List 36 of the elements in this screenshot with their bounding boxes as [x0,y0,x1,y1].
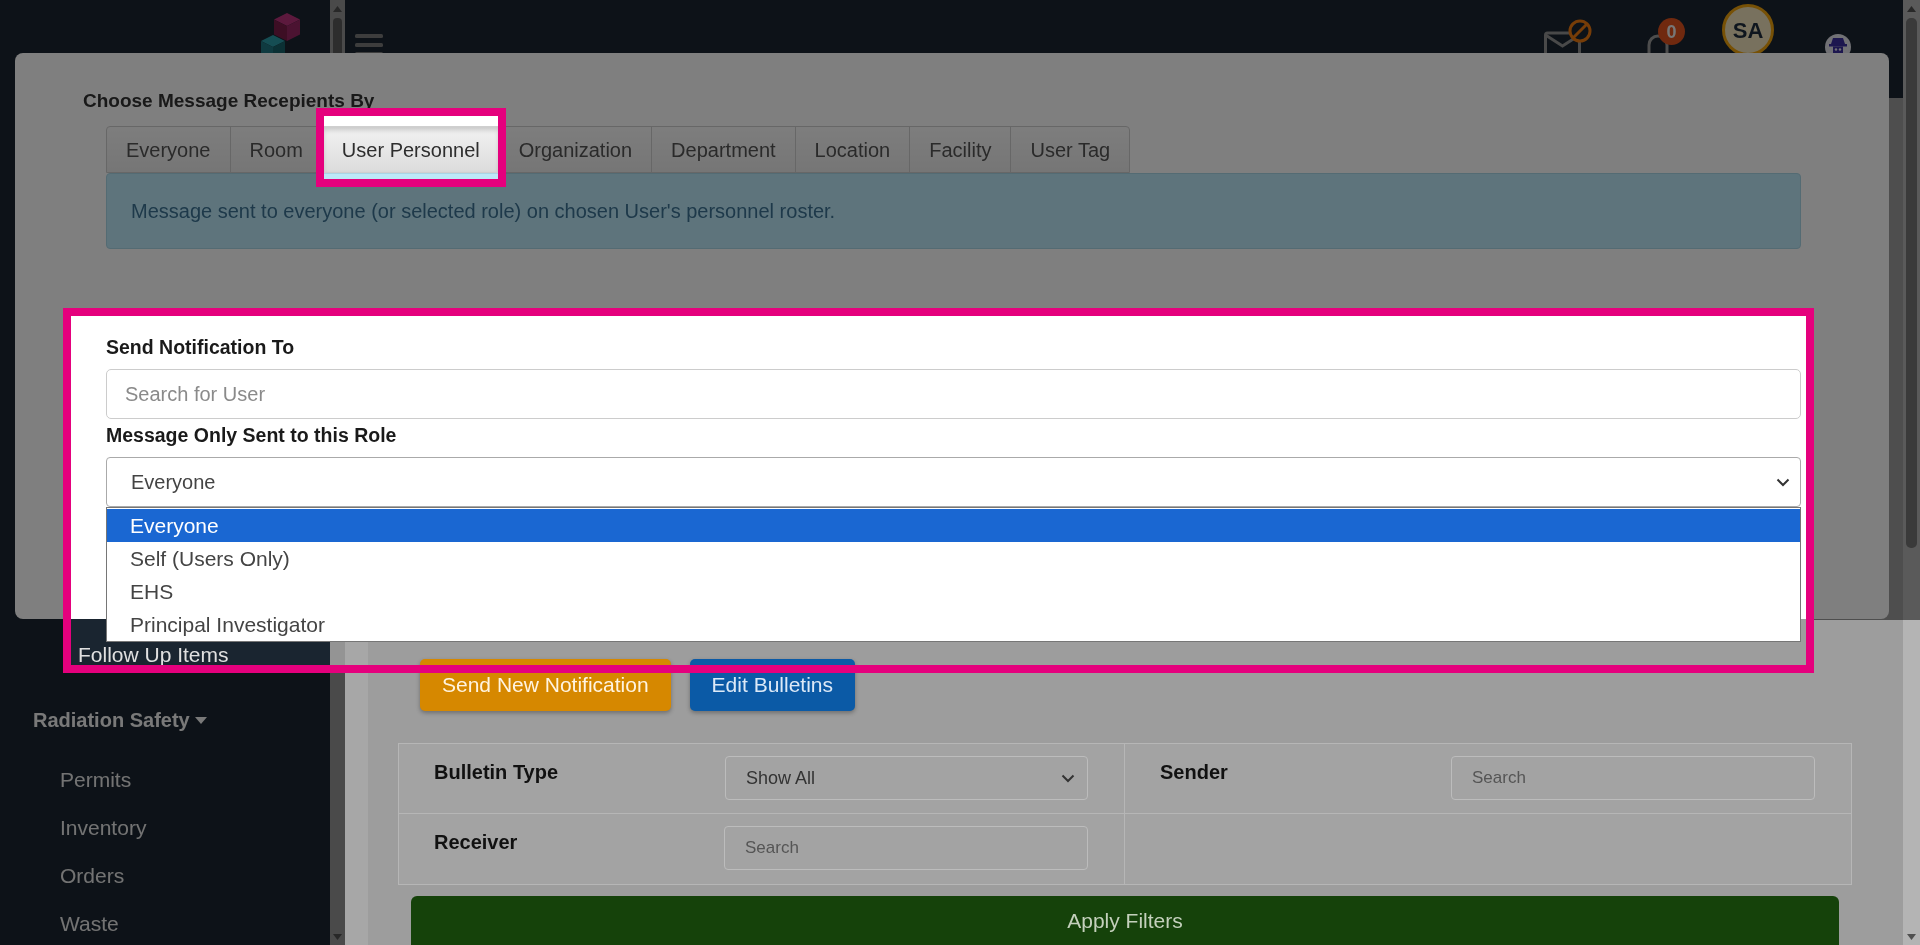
sidebar-link[interactable]: Waste [60,912,119,936]
apply-filters-button[interactable]: Apply Filters [411,896,1839,945]
role-select[interactable]: Everyone [106,457,1801,507]
sidebar-link[interactable]: Permits [60,768,132,792]
scrollbar-thumb[interactable] [1906,18,1917,548]
user-avatar[interactable]: SA [1722,4,1774,56]
info-message: Message sent to everyone (or selected role) on chosen User's personnel roster. [106,173,1801,249]
recipient-tab[interactable]: Location [795,127,911,172]
sidebar-section-label[interactable]: Radiation Safety [33,708,190,732]
recipient-tab[interactable]: Department [652,127,796,172]
dropdown-option[interactable]: Self (Users Only) [107,542,1800,575]
scroll-down-icon[interactable] [1907,934,1916,940]
filter-label: Sender [1160,760,1228,784]
chevron-down-icon [1776,477,1790,487]
notification-badge: 0 [1658,18,1685,45]
sidebar-link[interactable]: Follow Up Items [78,644,229,666]
scrollbar[interactable] [1903,0,1920,945]
chevron-down-icon [1061,773,1075,783]
recipient-tab[interactable]: User Personnel [322,127,500,172]
dropdown-option[interactable]: EHS [107,575,1800,608]
user-search-field[interactable]: Search for User [106,369,1801,419]
recipient-tab[interactable]: Facility [910,127,1012,172]
recipient-tab[interactable]: Organization [499,127,653,172]
bulletin-type-select[interactable]: Show All [725,756,1088,800]
search-field[interactable]: Search [724,826,1088,870]
recipient-tab[interactable]: User Tag [1011,127,1130,172]
field-label: Message Only Sent to this Role [106,423,397,447]
sidebar-link[interactable]: Orders [60,864,125,888]
sidebar-link[interactable]: Inventory [60,816,147,840]
filter-label: Bulletin Type [434,760,559,784]
field-label: Send Notification To [106,335,295,359]
filter-label: Receiver [434,830,518,854]
dropdown-option[interactable]: Principal Investigator [107,608,1800,641]
search-field[interactable]: Search [1451,756,1815,800]
caret-down-icon[interactable] [194,714,207,726]
dropdown-option[interactable]: Everyone [107,509,1800,542]
